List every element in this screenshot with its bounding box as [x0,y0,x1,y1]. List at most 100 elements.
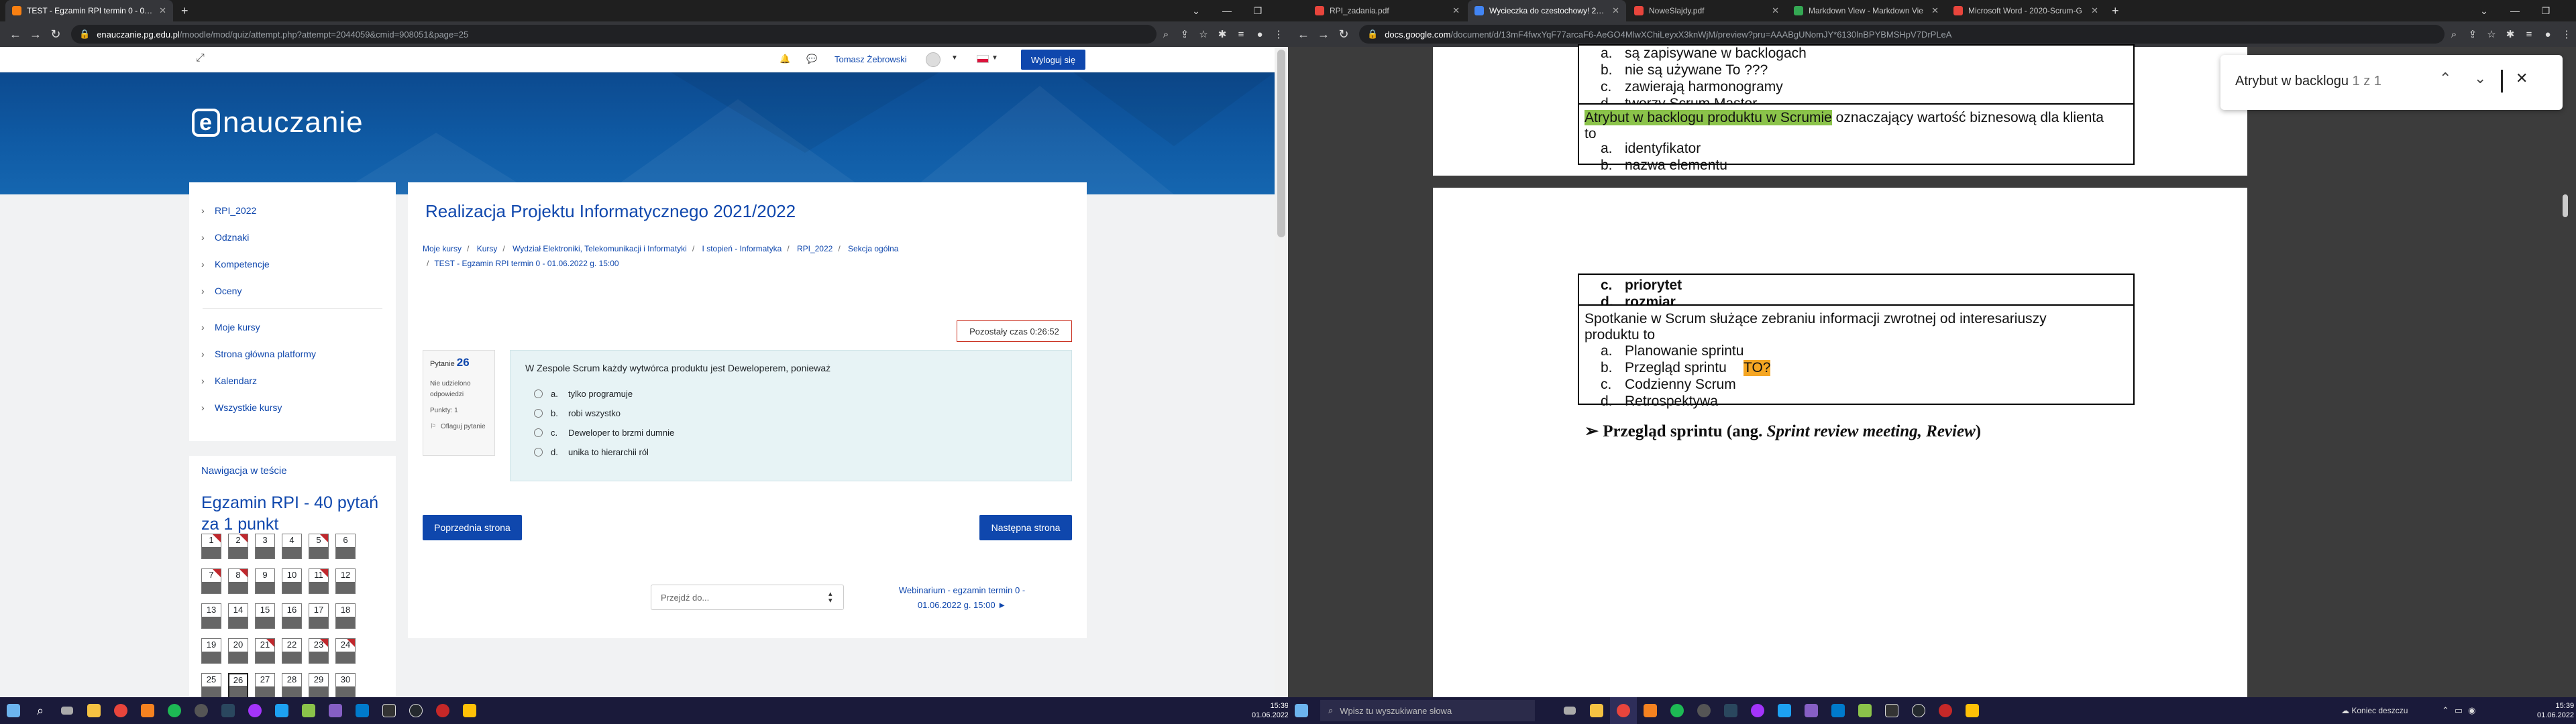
page-scrollbar[interactable] [1275,47,1288,697]
sidebar-item-home[interactable]: Strona główna platformy [201,349,316,359]
question-nav-button[interactable]: 22 [282,638,302,664]
question-nav-button[interactable]: 24 [335,638,356,664]
tab-nowe-slajdy[interactable]: NoweSlajdy.pdf ✕ [1627,0,1786,21]
answer-option[interactable]: b. robi wszystko [534,408,621,418]
notifications-icon[interactable]: 🔔 [780,54,790,64]
question-nav-button[interactable]: 3 [255,534,275,559]
tab-search-icon[interactable]: ⌄ [1181,0,1212,21]
chrome-icon[interactable] [1610,697,1637,724]
user-name[interactable]: Tomasz Żebrowski [835,54,907,64]
breadcrumb-item[interactable]: Wydział Elektroniki, Telekomunikacji i I… [513,244,687,253]
breadcrumb-item-current[interactable]: TEST - Egzamin RPI termin 0 - 01.06.2022… [434,259,619,268]
question-nav-button[interactable]: 4 [282,534,302,559]
question-nav-button[interactable]: 21 [255,638,275,664]
question-nav-button[interactable]: 7 [201,568,221,594]
enauczanie-logo[interactable]: e nauczanie [192,106,364,139]
reload-icon[interactable]: ↻ [1334,24,1354,44]
file-explorer-icon[interactable] [1583,697,1610,724]
minimize-icon[interactable]: — [1212,0,1242,21]
twitter-icon[interactable] [268,697,295,724]
scrollbar-thumb[interactable] [1277,50,1285,237]
find-next-icon[interactable]: ⌄ [2474,70,2486,87]
answer-radio[interactable] [534,389,543,398]
quiz-title[interactable]: Egzamin RPI - 40 pytań za 1 punkt [201,492,386,535]
sidebar-item-competencies[interactable]: Kompetencje [201,259,270,269]
jump-to-select[interactable]: Przejdź do... ▴ ▾ [651,585,844,610]
next-page-button[interactable]: Następna strona [979,515,1072,540]
question-nav-button[interactable]: 11 [309,568,329,594]
user-menu-chevron-icon[interactable]: ▼ [951,54,958,62]
messenger-icon[interactable] [1744,697,1771,724]
question-nav-button[interactable]: 5 [309,534,329,559]
search-icon[interactable]: ⌕ [27,697,54,724]
twitter-icon[interactable] [1771,697,1798,724]
share-icon[interactable]: ⇪ [2463,25,2482,44]
github-icon[interactable] [1905,697,1932,724]
menu-icon[interactable]: ⋮ [2557,25,2576,44]
tab-moodle-test[interactable]: TEST - Egzamin RPI termin 0 - 01.06 ✕ [5,0,173,21]
tab-google-docs[interactable]: Wycieczka do czestochowy! 2022 ✕ [1468,0,1626,21]
clock[interactable]: 15:39 01.06.2022 [1252,701,1289,720]
find-input[interactable]: Atrybut w backlogu 1 z 1 [2235,74,2381,89]
extensions-icon[interactable]: ✱ [1213,25,1232,44]
question-nav-button[interactable]: 12 [335,568,356,594]
avatar[interactable] [926,52,941,67]
breadcrumb-item[interactable]: I stopień - Informatyka [702,244,782,253]
weather-widget[interactable]: ☁ Koniec deszczu [2341,706,2408,715]
extensions-icon[interactable]: ✱ [2501,25,2520,44]
obs-icon[interactable] [188,697,215,724]
answer-radio[interactable] [534,428,543,437]
vscode-icon[interactable] [1825,697,1851,724]
breadcrumb-item[interactable]: Moje kursy [423,244,462,253]
answer-radio[interactable] [534,448,543,457]
bookmark-star-icon[interactable]: ☆ [2482,25,2501,44]
question-nav-button[interactable]: 2 [228,534,248,559]
bookmark-star-icon[interactable]: ☆ [1194,25,1213,44]
language-chevron-icon[interactable]: ▼ [991,54,998,62]
spotify-icon[interactable] [1664,697,1690,724]
sidebar-item-rpi2022[interactable]: RPI_2022 [201,205,256,216]
sidebar-item-my-courses[interactable]: Moje kursy [201,322,260,333]
zoom-icon[interactable]: ⌕ [1157,25,1175,44]
question-nav-button[interactable]: 1 [201,534,221,559]
steam-icon[interactable] [1717,697,1744,724]
reading-list-icon[interactable]: ≡ [1232,25,1250,44]
question-nav-button[interactable]: 13 [201,603,221,629]
vscode-icon[interactable] [349,697,376,724]
terminal-icon[interactable] [1878,697,1905,724]
question-nav-button[interactable]: 28 [282,673,302,697]
sidebar-item-calendar[interactable]: Kalendarz [201,375,257,386]
tab-search-icon[interactable]: ⌄ [2469,0,2500,21]
address-bar[interactable]: 🔒 docs.google.com/document/d/13mF4fwxYqF… [1359,25,2445,44]
app-icon[interactable] [1932,697,1959,724]
flag-question-link[interactable]: ⚐ Oflaguj pytanie [430,422,490,432]
github-icon[interactable] [402,697,429,724]
profile-icon[interactable]: ● [1250,25,1269,44]
question-nav-button[interactable]: 29 [309,673,329,697]
question-nav-button[interactable]: 25 [201,673,221,697]
language-flag-icon[interactable] [977,55,989,63]
question-nav-button[interactable]: 20 [228,638,248,664]
question-nav-button[interactable]: 23 [309,638,329,664]
sidebar-item-badges[interactable]: Odznaki [201,232,250,243]
question-nav-button[interactable]: 19 [201,638,221,664]
obs-icon[interactable] [1690,697,1717,724]
messages-icon[interactable]: 💬 [806,54,817,64]
answer-radio[interactable] [534,409,543,418]
spotify-icon[interactable] [161,697,188,724]
maximize-icon[interactable]: ❐ [2530,0,2561,21]
fullscreen-icon[interactable]: ⤢ [196,52,205,64]
chrome-icon[interactable] [107,697,134,724]
notepad-icon[interactable] [295,697,322,724]
answer-option[interactable]: d. unika to hierarchii ról [534,447,649,457]
previous-page-button[interactable]: Poprzednia strona [423,515,522,540]
sidebar-item-grades[interactable]: Oceny [201,286,242,296]
warning-app-icon[interactable] [456,697,483,724]
question-nav-button[interactable]: 18 [335,603,356,629]
question-nav-button[interactable]: 15 [255,603,275,629]
answer-option[interactable]: a. tylko programuje [534,389,633,399]
address-bar[interactable]: 🔒 enauczanie.pg.edu.pl/moodle/mod/quiz/a… [71,25,1157,44]
task-view-icon[interactable] [1556,697,1583,724]
task-view-icon[interactable] [54,697,80,724]
back-icon[interactable]: ← [5,24,25,44]
